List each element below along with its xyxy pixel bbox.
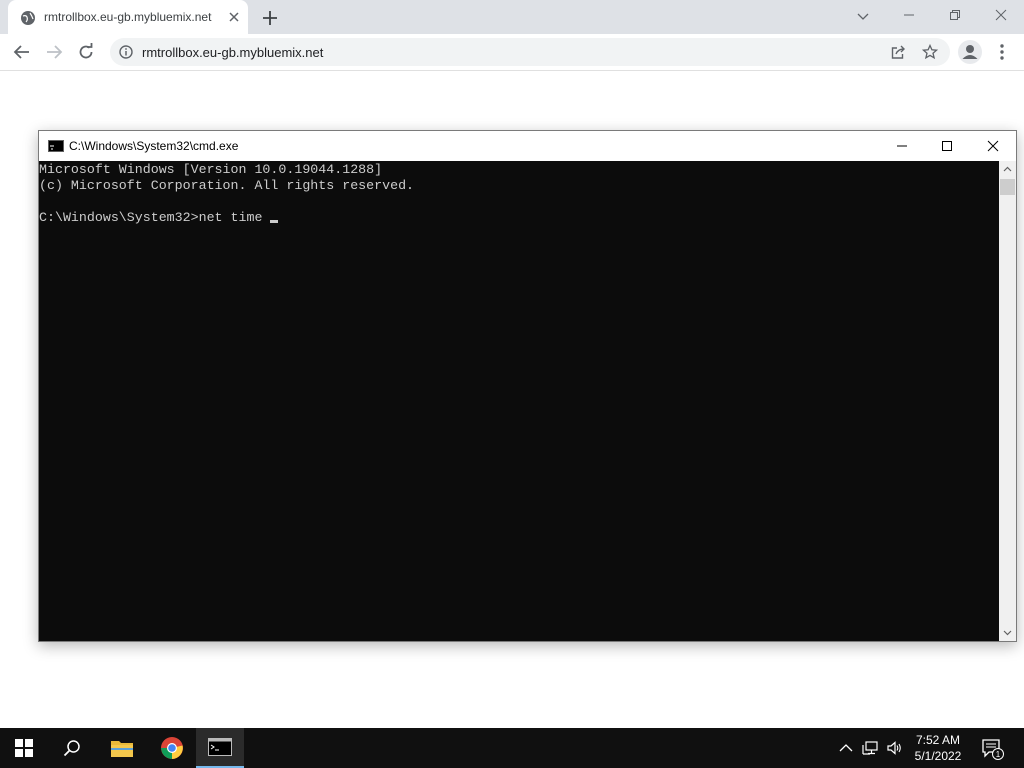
browser-tab-strip: rmtrollbox.eu-gb.mybluemix.net [0, 0, 1024, 34]
cmd-icon [208, 738, 232, 756]
reload-icon [79, 43, 93, 59]
browser-tab[interactable]: rmtrollbox.eu-gb.mybluemix.net [8, 0, 248, 34]
star-icon[interactable] [922, 44, 938, 60]
scroll-up-button[interactable] [999, 161, 1016, 177]
chevron-up-icon [839, 744, 853, 752]
restore-icon [950, 10, 960, 20]
cmd-maximize-button[interactable] [924, 131, 970, 161]
network-tray-icon[interactable] [862, 740, 878, 756]
chrome-taskbar-button[interactable] [148, 728, 196, 768]
browser-toolbar: rmtrollbox.eu-gb.mybluemix.net [0, 34, 1024, 71]
chrome-icon [161, 737, 183, 759]
cmd-close-button[interactable] [970, 131, 1016, 161]
start-button[interactable] [0, 728, 48, 768]
file-explorer-taskbar-button[interactable] [98, 728, 146, 768]
chevron-up-icon [1003, 166, 1012, 172]
cmd-title-bar[interactable]: C:\Windows\System32\cmd.exe [39, 131, 1016, 161]
address-bar[interactable]: rmtrollbox.eu-gb.mybluemix.net [110, 38, 950, 66]
search-icon [63, 740, 80, 757]
maximize-icon [942, 141, 952, 151]
info-icon[interactable] [119, 45, 133, 59]
back-button[interactable] [12, 42, 32, 62]
folder-icon [111, 741, 133, 757]
notification-icon: 1 [982, 739, 1004, 760]
chevron-down-icon[interactable] [855, 8, 871, 24]
forward-button[interactable] [44, 42, 64, 62]
taskbar-clock[interactable]: 7:52 AM 5/1/2022 [902, 732, 974, 764]
browser-minimize-button[interactable] [886, 0, 932, 30]
scroll-down-button[interactable] [999, 625, 1016, 641]
action-center-button[interactable]: 1 [980, 736, 1004, 760]
cmd-minimize-button[interactable] [879, 131, 925, 161]
globe-icon [21, 11, 35, 25]
url-text[interactable]: rmtrollbox.eu-gb.mybluemix.net [142, 45, 323, 60]
browser-close-button[interactable] [978, 0, 1024, 30]
close-icon [995, 9, 1007, 21]
speaker-icon [887, 741, 901, 755]
cmd-window: C:\Windows\System32\cmd.exe Microsoft Wi… [38, 130, 1017, 642]
console-line-copyright: (c) Microsoft Corporation. All rights re… [39, 178, 415, 193]
arrow-right-icon [47, 45, 63, 59]
cmd-app-icon [48, 140, 64, 152]
windows-logo-icon [15, 739, 33, 757]
arrow-left-icon [13, 45, 29, 59]
more-vert-icon[interactable] [994, 42, 1010, 62]
browser-restore-button[interactable] [932, 0, 978, 30]
clock-date: 5/1/2022 [914, 749, 962, 763]
taskbar: 7:52 AM 5/1/2022 1 [0, 728, 1024, 768]
new-tab-icon[interactable] [260, 8, 280, 28]
search-button[interactable] [48, 728, 96, 768]
tab-title: rmtrollbox.eu-gb.mybluemix.net [44, 10, 212, 24]
close-tab-icon[interactable] [226, 9, 242, 25]
volume-tray-icon[interactable] [886, 740, 902, 756]
person-icon [962, 45, 978, 59]
network-icon [862, 741, 878, 755]
console-output[interactable]: Microsoft Windows [Version 10.0.19044.12… [39, 161, 999, 641]
profile-avatar[interactable] [958, 40, 982, 64]
share-icon[interactable] [890, 44, 906, 60]
show-hidden-icons-button[interactable] [838, 740, 854, 756]
text-cursor [270, 220, 279, 223]
cmd-window-title: C:\Windows\System32\cmd.exe [69, 139, 239, 153]
console-scrollbar[interactable] [999, 161, 1016, 641]
cmd-taskbar-button[interactable] [196, 728, 244, 768]
scroll-thumb[interactable] [1000, 179, 1015, 195]
chevron-down-icon [1003, 630, 1012, 636]
notification-count: 1 [996, 750, 1001, 759]
reload-button[interactable] [76, 42, 96, 62]
console-line-version: Microsoft Windows [Version 10.0.19044.12… [39, 162, 383, 177]
minimize-icon [904, 14, 914, 16]
minimize-icon [897, 145, 907, 147]
console-prompt-line: C:\Windows\System32>net time [39, 210, 271, 225]
close-icon [987, 140, 999, 152]
clock-time: 7:52 AM [915, 733, 961, 747]
